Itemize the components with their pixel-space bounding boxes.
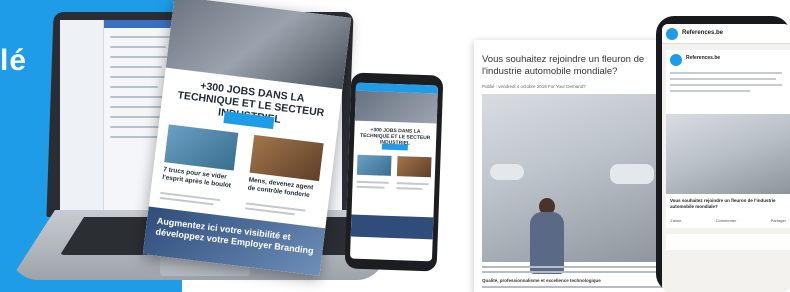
email-list-row — [110, 106, 166, 108]
newsletter-card-title[interactable]: Mens, devenez agent de contrôle fonderie — [247, 177, 322, 202]
phone-newsletter-banner[interactable] — [350, 214, 434, 240]
phone-newsletter-screen: +300 JOBS DANS LA TECHNIQUE ET LE SECTEU… — [349, 82, 439, 262]
article-meta: Publié : vendredi 4 octobre 2019 For You… — [482, 84, 586, 89]
email-list-row — [110, 76, 170, 78]
post-text-line — [670, 78, 776, 80]
phone-newsletter-cta[interactable] — [381, 143, 408, 151]
phone-text-line — [356, 185, 385, 189]
references-logo-icon — [666, 28, 678, 40]
article-title: Vous souhaitez rejoindre un fleuron de l… — [482, 54, 645, 77]
post-text-line — [670, 72, 782, 74]
email-list-row — [110, 66, 162, 68]
post-avatar[interactable] — [670, 54, 682, 66]
share-button[interactable]: Partager — [771, 218, 786, 226]
phone-newsletter-hero — [354, 90, 438, 124]
newsletter-card-title[interactable]: 7 trucs pour se vider l'esprit après le … — [162, 166, 237, 191]
linkedin-account-name[interactable]: References.be — [682, 30, 723, 36]
article-subheading: Qualité, professionnalisme et excellence… — [482, 278, 601, 283]
article-text-line — [482, 271, 662, 273]
post-caption[interactable]: Vous souhaitez rejoindre un fleuron de l… — [670, 198, 786, 209]
phone-card-image — [396, 156, 432, 178]
comment-button[interactable]: Commenter — [716, 218, 737, 226]
email-list-row — [110, 86, 158, 88]
email-list-row — [110, 46, 166, 48]
worker-body-shape — [530, 212, 564, 274]
phone-card-image — [356, 154, 392, 176]
phone-text-line — [356, 180, 389, 184]
email-list-row — [110, 56, 170, 58]
post-actions: J'aime Commenter Partager — [670, 218, 786, 226]
comment-box[interactable] — [666, 234, 790, 250]
post-photo[interactable] — [666, 114, 790, 194]
article-photo — [482, 94, 672, 274]
robot-arm-shape — [610, 164, 654, 184]
post-text-line — [670, 90, 750, 92]
newsletter-card-image — [249, 134, 324, 182]
phone-linkedin-screen: References.be References.be Vous souhait… — [662, 24, 790, 292]
linkedin-header: References.be — [662, 24, 790, 44]
robot-arm-shape — [490, 164, 524, 180]
email-list-row — [110, 36, 170, 38]
email-sidebar — [60, 20, 104, 210]
linkedin-post: References.be Vous souhaitez rejoindre u… — [666, 50, 790, 228]
post-text-line — [670, 84, 782, 86]
email-list-row — [110, 126, 160, 128]
like-button[interactable]: J'aime — [670, 218, 681, 226]
band-text: lé — [0, 44, 28, 77]
phone-text-line — [396, 187, 423, 190]
article-text-line — [482, 266, 668, 268]
post-author[interactable]: References.be — [686, 55, 720, 61]
promo-stage: lé +300 JOBS DANS LA TECHNIQUE ET LE SEC… — [0, 0, 790, 292]
article-text-line — [482, 286, 668, 288]
article-page: Vous souhaitez rejoindre un fleuron de l… — [474, 40, 674, 292]
newsletter-sheet: +300 JOBS DANS LA TECHNIQUE ET LE SECTEU… — [142, 0, 352, 276]
phone-text-line — [396, 182, 429, 185]
newsletter-card-image — [164, 124, 239, 171]
